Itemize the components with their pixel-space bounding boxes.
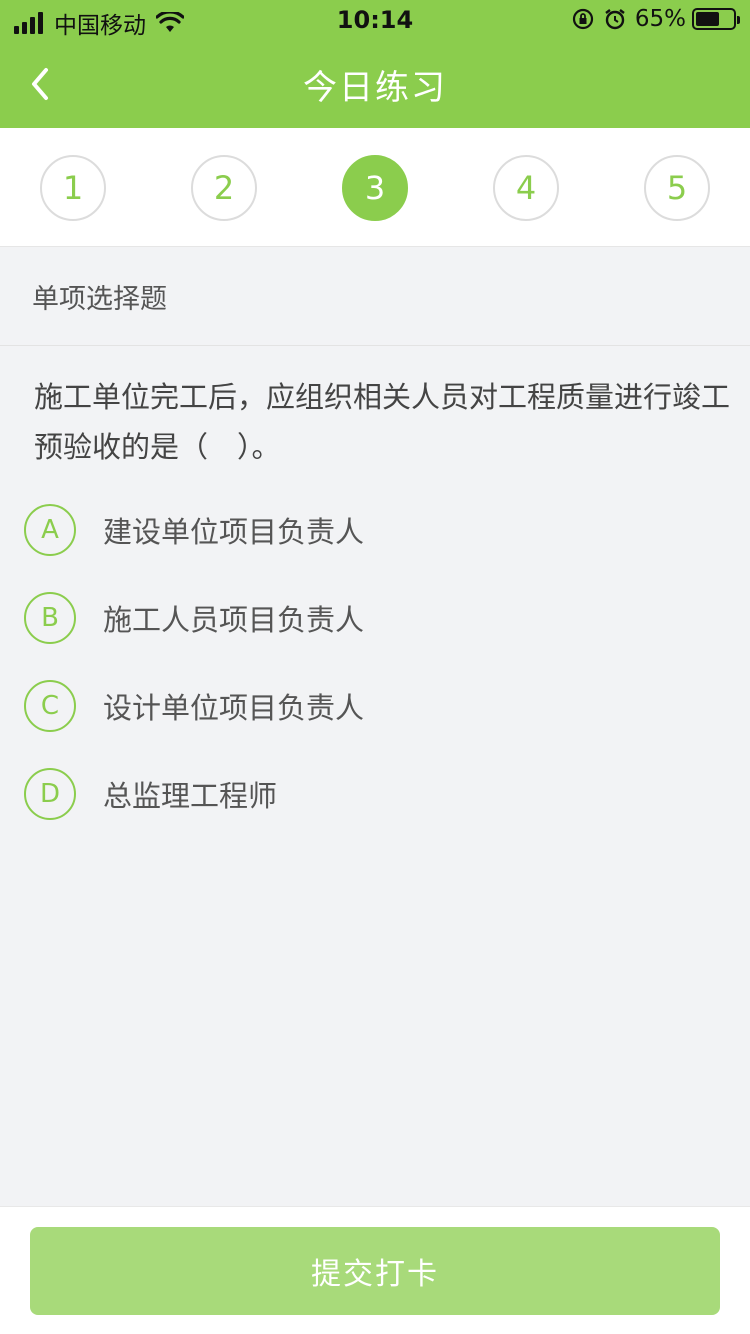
status-bar: 中国移动 10:14 65% [0,0,750,40]
step-2[interactable]: 2 [191,155,257,221]
question-step-indicator: 1 2 3 4 5 [0,128,750,247]
battery-percentage: 65% [634,6,686,32]
option-label: 施工人员项目负责人 [103,603,365,637]
option-label: 总监理工程师 [103,779,278,813]
alarm-icon [605,9,625,30]
option-a[interactable]: A 建设单位项目负责人 [24,503,724,557]
page-title: 今日练习 [303,68,447,108]
battery-icon [692,8,740,30]
question-type-title: 单项选择题 [0,248,750,346]
nav-bar: 今日练习 [0,40,750,128]
option-label: 设计单位项目负责人 [103,691,365,725]
question-text: 施工单位完工后，应组织相关人员对工程质量进行竣工预验收的是（ ）。 [34,380,731,464]
option-letter-badge: B [24,592,76,644]
bottom-bar: 提交打卡 [0,1206,750,1334]
option-b[interactable]: B 施工人员项目负责人 [24,591,724,645]
step-3[interactable]: 3 [342,155,408,221]
battery-level-fill [696,12,720,26]
option-label: 建设单位项目负责人 [103,515,365,549]
option-letter-badge: C [24,680,76,732]
submit-checkin-button[interactable]: 提交打卡 [30,1227,720,1315]
option-d[interactable]: D 总监理工程师 [24,767,724,821]
option-c[interactable]: C 设计单位项目负责人 [24,679,724,733]
option-letter-badge: D [24,768,76,820]
option-letter-badge: A [24,504,76,556]
step-5[interactable]: 5 [644,155,710,221]
app-header: 中国移动 10:14 65% 今日练习 [0,0,750,128]
status-right: 65% [571,6,740,32]
step-1[interactable]: 1 [40,155,106,221]
step-4[interactable]: 4 [493,155,559,221]
rotation-lock-icon [572,8,593,30]
